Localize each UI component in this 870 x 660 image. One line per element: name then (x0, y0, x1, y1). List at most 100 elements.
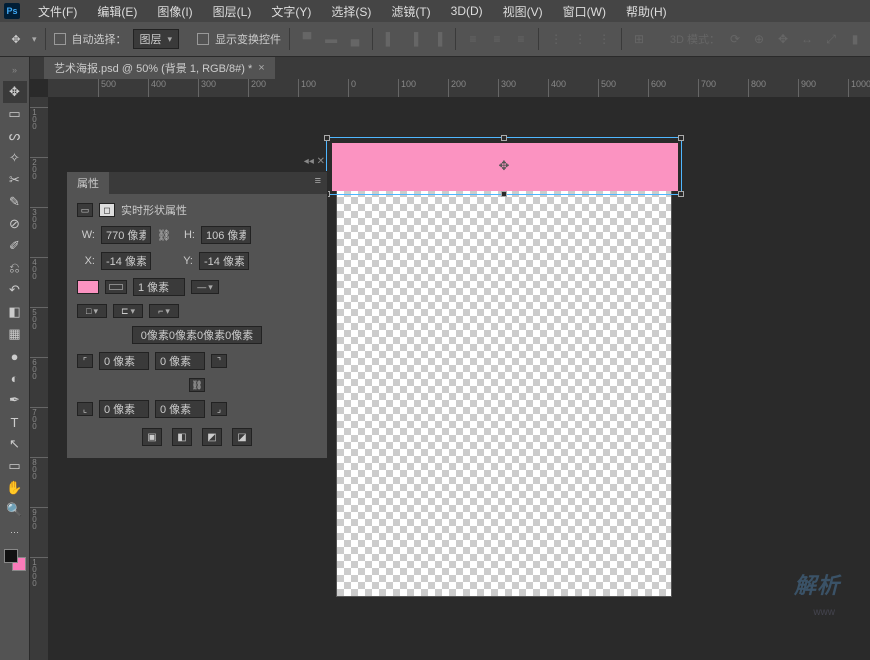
zoom-tool[interactable]: 🔍 (3, 499, 27, 521)
3d-scale-icon[interactable]: ⤢ (822, 30, 840, 48)
stroke-swatch[interactable] (105, 280, 127, 294)
stroke-align-dropdown[interactable]: □ (77, 304, 107, 318)
dist-hcenter-icon[interactable]: ⋮ (571, 30, 589, 48)
crop-tool[interactable]: ✂ (3, 169, 27, 191)
dodge-tool[interactable]: ◐ (3, 367, 27, 389)
corner-tr-input[interactable] (155, 352, 205, 370)
link-corners-icon[interactable]: ⛓ (189, 378, 205, 392)
fill-swatch[interactable] (77, 280, 99, 294)
menu-filter[interactable]: 滤镜(T) (381, 3, 440, 20)
auto-select-dropdown[interactable]: 图层 (133, 29, 180, 49)
history-brush-tool[interactable]: ↶ (3, 279, 27, 301)
menu-edit[interactable]: 编辑(E) (87, 3, 147, 20)
dist-vcenter-icon[interactable]: ≡ (488, 30, 506, 48)
magic-wand-tool[interactable]: ✧ (3, 147, 27, 169)
align-bottom-icon[interactable]: ▄ (346, 30, 364, 48)
3d-slide-icon[interactable]: ↔ (798, 30, 816, 48)
panel-collapse-icon[interactable]: ◂◂ ✕ (304, 156, 325, 167)
pen-tool[interactable]: ✒ (3, 389, 27, 411)
corner-br-input[interactable] (155, 400, 205, 418)
dist-right-icon[interactable]: ⋮ (595, 30, 613, 48)
auto-select-checkbox[interactable] (54, 33, 66, 45)
menu-select[interactable]: 选择(S) (321, 3, 381, 20)
text-tool[interactable]: T (3, 411, 27, 433)
watermark-sub: www (813, 607, 835, 618)
close-tab-icon[interactable]: × (258, 62, 264, 74)
corners-summary-input[interactable] (132, 326, 262, 344)
height-input[interactable] (201, 226, 251, 244)
menu-type[interactable]: 文字(Y) (261, 3, 321, 20)
eyedropper-tool[interactable]: ✎ (3, 191, 27, 213)
dist-bottom-icon[interactable]: ≡ (512, 30, 530, 48)
x-input[interactable] (101, 252, 151, 270)
panel-menu-icon[interactable]: ≡ (309, 172, 327, 194)
3d-rotate-icon[interactable]: ⟳ (726, 30, 744, 48)
stroke-join-dropdown[interactable]: ⌐ (149, 304, 179, 318)
transform-handle-tl[interactable] (324, 135, 330, 141)
menu-file[interactable]: 文件(F) (28, 3, 87, 20)
pathop-intersect-button[interactable]: ◩ (202, 428, 222, 446)
align-vcenter-icon[interactable]: ▬ (322, 30, 340, 48)
menu-view[interactable]: 视图(V) (493, 3, 553, 20)
dist-top-icon[interactable]: ≡ (464, 30, 482, 48)
pathop-combine-button[interactable]: ▣ (142, 428, 162, 446)
align-hcenter-icon[interactable]: ▐ (405, 30, 423, 48)
width-input[interactable] (101, 226, 151, 244)
dist-left-icon[interactable]: ⋮ (547, 30, 565, 48)
ruler-h-mark: 300 (198, 79, 216, 97)
show-transform-checkbox[interactable] (197, 33, 209, 45)
blur-tool[interactable]: ● (3, 345, 27, 367)
stroke-cap-dropdown[interactable]: ⊏ (113, 304, 143, 318)
transform-handle-tr[interactable] (678, 135, 684, 141)
rectangle-tool[interactable]: ▭ (3, 455, 27, 477)
y-input[interactable] (199, 252, 249, 270)
menu-layer[interactable]: 图层(L) (203, 3, 262, 20)
menu-window[interactable]: 窗口(W) (553, 3, 616, 20)
gradient-tool[interactable]: ▦ (3, 323, 27, 345)
color-swatches[interactable] (4, 549, 26, 571)
stroke-width-input[interactable] (133, 278, 185, 296)
corner-tl-input[interactable] (99, 352, 149, 370)
pathop-subtract-button[interactable]: ◧ (172, 428, 192, 446)
move-tool[interactable]: ✥ (3, 81, 27, 103)
path-select-tool[interactable]: ↖ (3, 433, 27, 455)
stamp-tool[interactable]: ⎌ (3, 257, 27, 279)
foreground-color-swatch[interactable] (4, 549, 18, 563)
link-wh-icon[interactable]: ⛓ (157, 229, 171, 242)
pathop-exclude-button[interactable]: ◪ (232, 428, 252, 446)
3d-pan-icon[interactable]: ✥ (774, 30, 792, 48)
eraser-tool[interactable]: ◧ (3, 301, 27, 323)
transform-handle-br[interactable] (678, 191, 684, 197)
healing-brush-tool[interactable]: ⊘ (3, 213, 27, 235)
ruler-vertical[interactable]: 100 200 300 400 500 600 700 800 900 1000 (30, 97, 48, 660)
3d-camera-icon[interactable]: ▮ (846, 30, 864, 48)
menu-help[interactable]: 帮助(H) (616, 3, 677, 20)
marquee-tool[interactable]: ▭ (3, 103, 27, 125)
3d-roll-icon[interactable]: ⊕ (750, 30, 768, 48)
transform-bounding-box[interactable]: ✥ (326, 137, 682, 195)
lasso-tool[interactable]: ᔕ (3, 125, 27, 147)
transform-handle-b[interactable] (501, 191, 507, 197)
mask-icon: ◻ (99, 203, 115, 217)
align-right-icon[interactable]: ▐ (429, 30, 447, 48)
transform-handle-t[interactable] (501, 135, 507, 141)
menu-image[interactable]: 图像(I) (147, 3, 202, 20)
ruler-h-mark: 600 (648, 79, 666, 97)
artboard[interactable] (336, 147, 672, 597)
panel-tab-properties[interactable]: 属性 (67, 172, 109, 194)
dist-spacing-icon[interactable]: ⊞ (630, 30, 648, 48)
chevron-down-icon[interactable]: ▾ (32, 34, 37, 45)
ruler-horizontal[interactable]: 500 400 300 200 100 0 100 200 300 400 50… (48, 79, 870, 97)
edit-toolbar-icon[interactable]: ⋯ (3, 521, 27, 543)
align-left-icon[interactable]: ▌ (381, 30, 399, 48)
document-tab[interactable]: 艺术海报.psd @ 50% (背景 1, RGB/8#) * × (44, 57, 275, 79)
expand-tools-icon[interactable]: » (3, 59, 27, 81)
brush-tool[interactable]: ✐ (3, 235, 27, 257)
hand-tool[interactable]: ✋ (3, 477, 27, 499)
menu-3d[interactable]: 3D(D) (441, 4, 493, 18)
stroke-style-dropdown[interactable]: — (191, 280, 219, 294)
corner-bl-input[interactable] (99, 400, 149, 418)
canvas-area[interactable]: ◂◂ ✕ 属性 ≡ ▭ ◻ 实时形状属性 W: (48, 97, 870, 660)
align-top-icon[interactable]: ▀ (298, 30, 316, 48)
move-tool-icon: ✥ (6, 33, 26, 46)
